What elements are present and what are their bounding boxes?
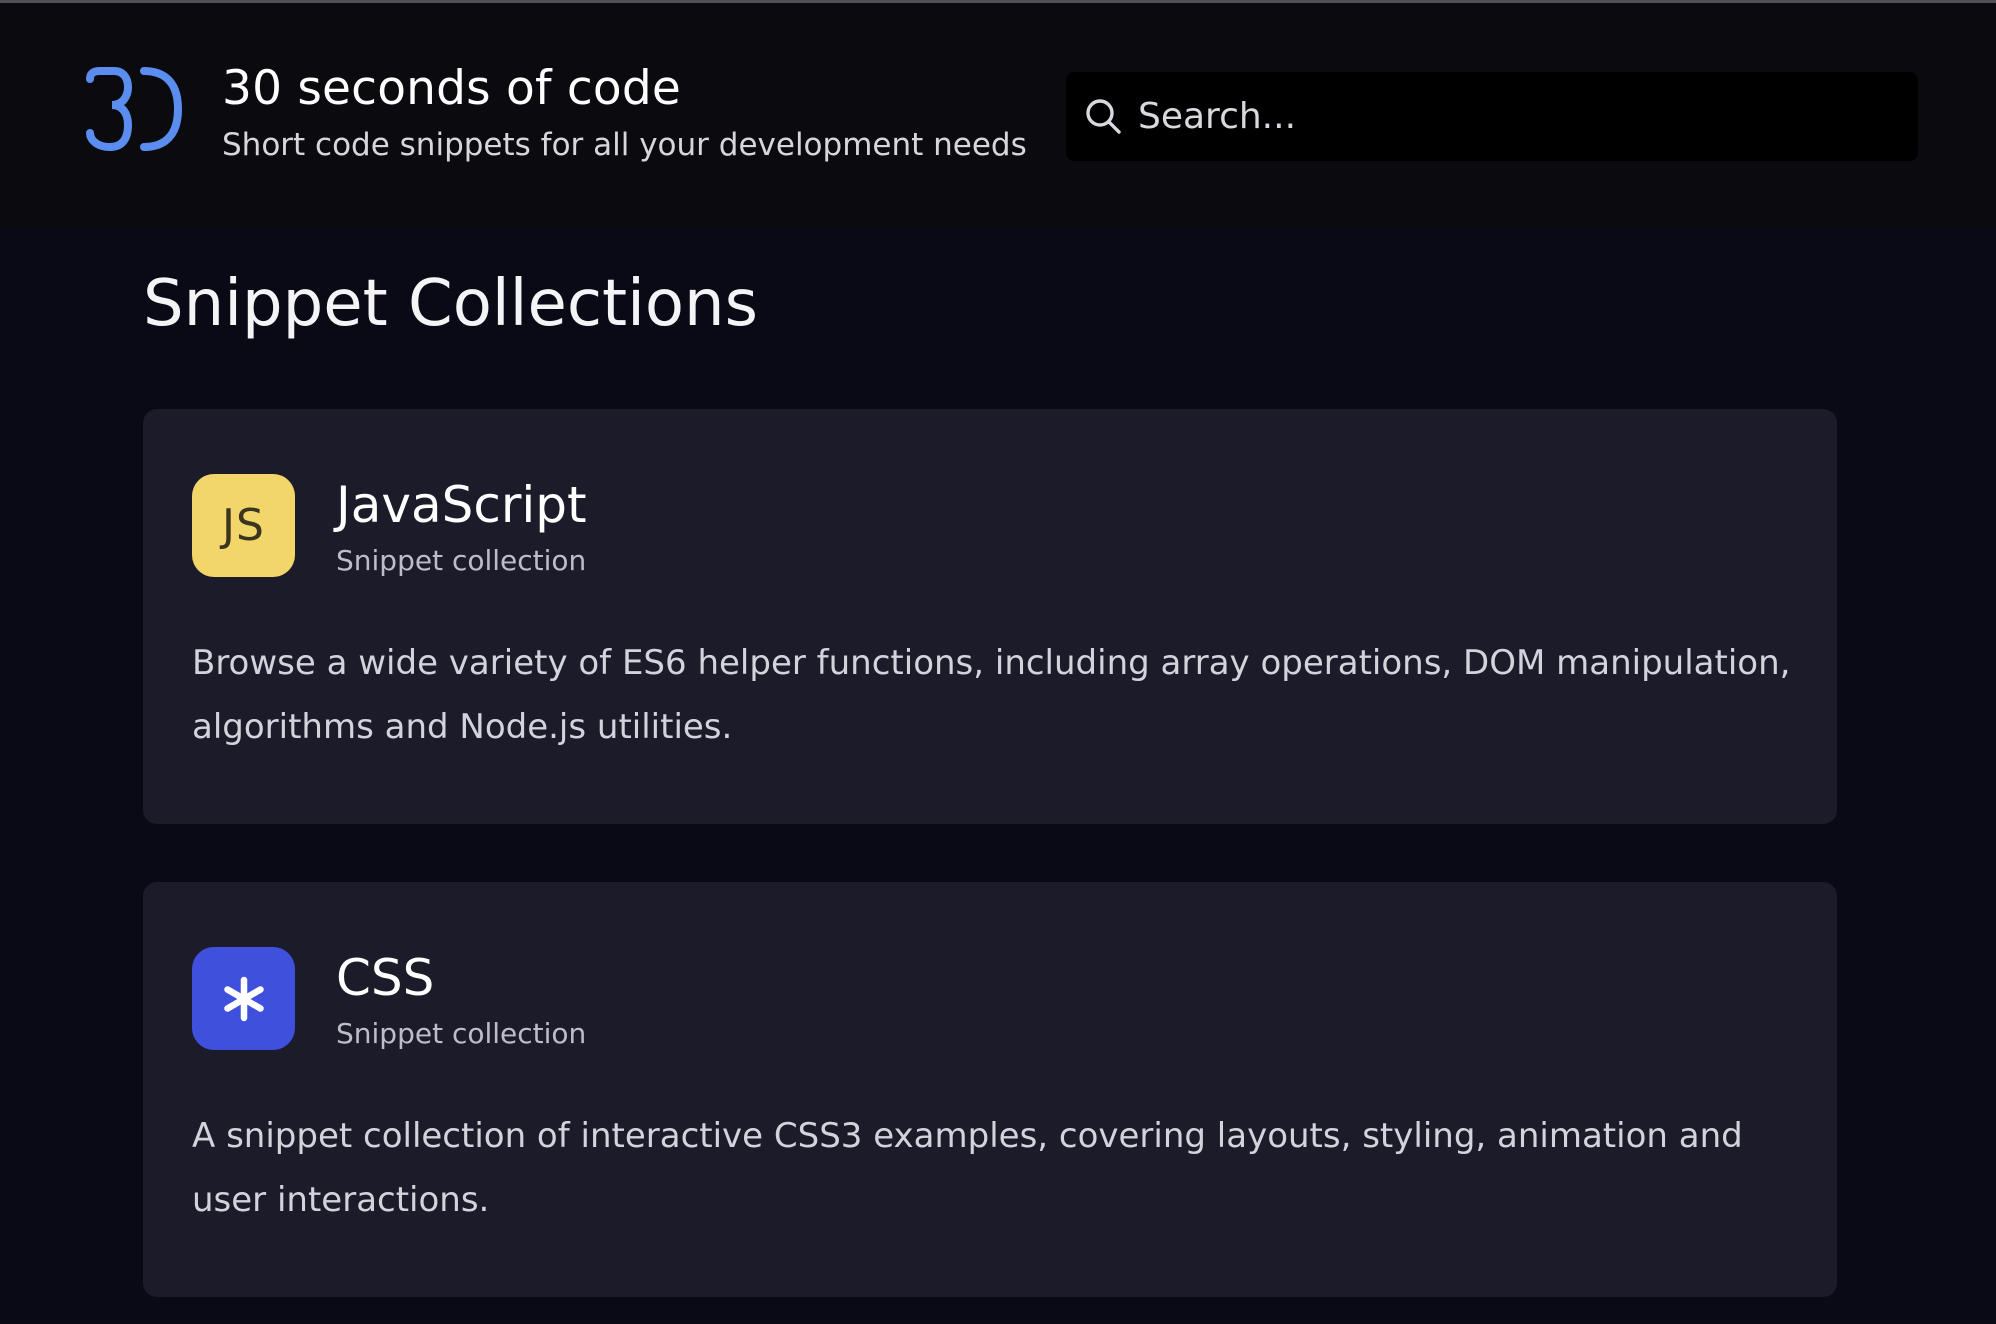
- site-title[interactable]: 30 seconds of code: [222, 61, 681, 117]
- asterisk-icon: [192, 947, 295, 1050]
- collection-description: A snippet collection of interactive CSS3…: [192, 1116, 1743, 1220]
- collection-title[interactable]: CSS: [336, 948, 434, 1008]
- js-icon-text: JS: [222, 500, 265, 551]
- collection-kicker: Snippet collection: [336, 1017, 587, 1050]
- collection-title[interactable]: JavaScript: [336, 475, 587, 535]
- collection-description: Browse a wide variety of ES6 helper func…: [192, 643, 1791, 747]
- collection-kicker: Snippet collection: [336, 544, 587, 577]
- search-bar[interactable]: [1066, 72, 1918, 161]
- search-input[interactable]: [1138, 72, 1898, 161]
- search-icon: [1083, 96, 1123, 136]
- page-title: Snippet Collections: [143, 267, 758, 341]
- js-icon: JS: [192, 474, 295, 577]
- collection-card-css[interactable]: CSS Snippet collection A snippet collect…: [143, 882, 1837, 1297]
- site-header: 30 seconds of code Short code snippets f…: [0, 3, 1996, 228]
- site-tagline: Short code snippets for all your develop…: [222, 127, 1027, 163]
- 30-logo-icon[interactable]: [84, 67, 184, 153]
- collection-card-javascript[interactable]: JS JavaScript Snippet collection Browse …: [143, 409, 1837, 824]
